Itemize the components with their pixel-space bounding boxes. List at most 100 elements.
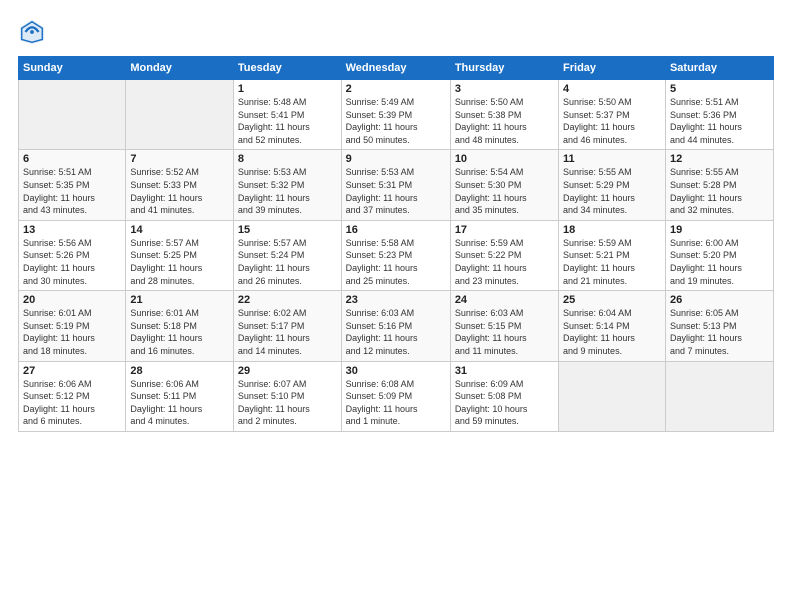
day-number: 19 <box>670 224 769 236</box>
day-info: Sunrise: 5:53 AM Sunset: 5:32 PM Dayligh… <box>238 166 337 216</box>
calendar-cell: 1Sunrise: 5:48 AM Sunset: 5:41 PM Daylig… <box>233 80 341 150</box>
calendar-cell: 4Sunrise: 5:50 AM Sunset: 5:37 PM Daylig… <box>559 80 666 150</box>
day-info: Sunrise: 5:51 AM Sunset: 5:36 PM Dayligh… <box>670 96 769 146</box>
day-number: 15 <box>238 224 337 236</box>
day-number: 11 <box>563 153 661 165</box>
calendar-cell: 31Sunrise: 6:09 AM Sunset: 5:08 PM Dayli… <box>450 361 558 431</box>
calendar-cell: 30Sunrise: 6:08 AM Sunset: 5:09 PM Dayli… <box>341 361 450 431</box>
day-number: 17 <box>455 224 554 236</box>
day-info: Sunrise: 5:48 AM Sunset: 5:41 PM Dayligh… <box>238 96 337 146</box>
calendar-cell: 12Sunrise: 5:55 AM Sunset: 5:28 PM Dayli… <box>665 150 773 220</box>
calendar-cell: 14Sunrise: 5:57 AM Sunset: 5:25 PM Dayli… <box>126 220 234 290</box>
calendar-header: SundayMondayTuesdayWednesdayThursdayFrid… <box>19 57 774 80</box>
calendar-cell: 15Sunrise: 5:57 AM Sunset: 5:24 PM Dayli… <box>233 220 341 290</box>
day-number: 20 <box>23 294 121 306</box>
day-number: 7 <box>130 153 229 165</box>
day-info: Sunrise: 5:50 AM Sunset: 5:38 PM Dayligh… <box>455 96 554 146</box>
calendar-cell: 7Sunrise: 5:52 AM Sunset: 5:33 PM Daylig… <box>126 150 234 220</box>
day-info: Sunrise: 6:03 AM Sunset: 5:15 PM Dayligh… <box>455 307 554 357</box>
day-info: Sunrise: 5:51 AM Sunset: 5:35 PM Dayligh… <box>23 166 121 216</box>
day-info: Sunrise: 5:59 AM Sunset: 5:21 PM Dayligh… <box>563 237 661 287</box>
day-number: 29 <box>238 365 337 377</box>
day-number: 26 <box>670 294 769 306</box>
day-number: 12 <box>670 153 769 165</box>
logo-icon <box>18 18 46 46</box>
weekday-header-wednesday: Wednesday <box>341 57 450 80</box>
logo <box>18 18 50 46</box>
calendar-cell <box>665 361 773 431</box>
calendar-cell: 8Sunrise: 5:53 AM Sunset: 5:32 PM Daylig… <box>233 150 341 220</box>
weekday-header-friday: Friday <box>559 57 666 80</box>
day-number: 1 <box>238 83 337 95</box>
day-info: Sunrise: 5:56 AM Sunset: 5:26 PM Dayligh… <box>23 237 121 287</box>
day-number: 10 <box>455 153 554 165</box>
day-info: Sunrise: 5:57 AM Sunset: 5:25 PM Dayligh… <box>130 237 229 287</box>
calendar-cell: 19Sunrise: 6:00 AM Sunset: 5:20 PM Dayli… <box>665 220 773 290</box>
day-number: 8 <box>238 153 337 165</box>
day-number: 13 <box>23 224 121 236</box>
calendar-cell <box>559 361 666 431</box>
calendar-cell: 10Sunrise: 5:54 AM Sunset: 5:30 PM Dayli… <box>450 150 558 220</box>
weekday-header-sunday: Sunday <box>19 57 126 80</box>
day-number: 28 <box>130 365 229 377</box>
day-info: Sunrise: 5:59 AM Sunset: 5:22 PM Dayligh… <box>455 237 554 287</box>
calendar-row-1: 6Sunrise: 5:51 AM Sunset: 5:35 PM Daylig… <box>19 150 774 220</box>
day-info: Sunrise: 5:53 AM Sunset: 5:31 PM Dayligh… <box>346 166 446 216</box>
header <box>18 18 774 46</box>
day-info: Sunrise: 6:04 AM Sunset: 5:14 PM Dayligh… <box>563 307 661 357</box>
day-info: Sunrise: 6:06 AM Sunset: 5:12 PM Dayligh… <box>23 378 121 428</box>
day-info: Sunrise: 6:01 AM Sunset: 5:18 PM Dayligh… <box>130 307 229 357</box>
day-number: 30 <box>346 365 446 377</box>
day-number: 4 <box>563 83 661 95</box>
day-info: Sunrise: 6:05 AM Sunset: 5:13 PM Dayligh… <box>670 307 769 357</box>
day-info: Sunrise: 6:09 AM Sunset: 5:08 PM Dayligh… <box>455 378 554 428</box>
day-info: Sunrise: 5:49 AM Sunset: 5:39 PM Dayligh… <box>346 96 446 146</box>
day-info: Sunrise: 5:55 AM Sunset: 5:29 PM Dayligh… <box>563 166 661 216</box>
calendar-table: SundayMondayTuesdayWednesdayThursdayFrid… <box>18 56 774 432</box>
weekday-header-saturday: Saturday <box>665 57 773 80</box>
calendar-cell <box>126 80 234 150</box>
calendar-cell: 16Sunrise: 5:58 AM Sunset: 5:23 PM Dayli… <box>341 220 450 290</box>
calendar-cell: 13Sunrise: 5:56 AM Sunset: 5:26 PM Dayli… <box>19 220 126 290</box>
calendar-row-4: 27Sunrise: 6:06 AM Sunset: 5:12 PM Dayli… <box>19 361 774 431</box>
calendar-row-0: 1Sunrise: 5:48 AM Sunset: 5:41 PM Daylig… <box>19 80 774 150</box>
calendar-cell: 18Sunrise: 5:59 AM Sunset: 5:21 PM Dayli… <box>559 220 666 290</box>
calendar-row-2: 13Sunrise: 5:56 AM Sunset: 5:26 PM Dayli… <box>19 220 774 290</box>
day-info: Sunrise: 5:57 AM Sunset: 5:24 PM Dayligh… <box>238 237 337 287</box>
calendar-cell: 29Sunrise: 6:07 AM Sunset: 5:10 PM Dayli… <box>233 361 341 431</box>
day-number: 14 <box>130 224 229 236</box>
day-number: 6 <box>23 153 121 165</box>
day-info: Sunrise: 5:52 AM Sunset: 5:33 PM Dayligh… <box>130 166 229 216</box>
day-info: Sunrise: 6:08 AM Sunset: 5:09 PM Dayligh… <box>346 378 446 428</box>
day-number: 9 <box>346 153 446 165</box>
day-info: Sunrise: 6:06 AM Sunset: 5:11 PM Dayligh… <box>130 378 229 428</box>
day-info: Sunrise: 6:02 AM Sunset: 5:17 PM Dayligh… <box>238 307 337 357</box>
weekday-header-tuesday: Tuesday <box>233 57 341 80</box>
day-number: 21 <box>130 294 229 306</box>
day-info: Sunrise: 5:55 AM Sunset: 5:28 PM Dayligh… <box>670 166 769 216</box>
day-info: Sunrise: 5:58 AM Sunset: 5:23 PM Dayligh… <box>346 237 446 287</box>
calendar-cell: 21Sunrise: 6:01 AM Sunset: 5:18 PM Dayli… <box>126 291 234 361</box>
calendar-cell: 22Sunrise: 6:02 AM Sunset: 5:17 PM Dayli… <box>233 291 341 361</box>
day-number: 23 <box>346 294 446 306</box>
day-info: Sunrise: 6:00 AM Sunset: 5:20 PM Dayligh… <box>670 237 769 287</box>
day-number: 25 <box>563 294 661 306</box>
day-info: Sunrise: 6:03 AM Sunset: 5:16 PM Dayligh… <box>346 307 446 357</box>
day-number: 24 <box>455 294 554 306</box>
calendar-cell: 28Sunrise: 6:06 AM Sunset: 5:11 PM Dayli… <box>126 361 234 431</box>
calendar-cell: 11Sunrise: 5:55 AM Sunset: 5:29 PM Dayli… <box>559 150 666 220</box>
calendar-cell: 26Sunrise: 6:05 AM Sunset: 5:13 PM Dayli… <box>665 291 773 361</box>
calendar-cell: 17Sunrise: 5:59 AM Sunset: 5:22 PM Dayli… <box>450 220 558 290</box>
calendar-cell: 23Sunrise: 6:03 AM Sunset: 5:16 PM Dayli… <box>341 291 450 361</box>
calendar-cell: 27Sunrise: 6:06 AM Sunset: 5:12 PM Dayli… <box>19 361 126 431</box>
day-number: 18 <box>563 224 661 236</box>
day-number: 22 <box>238 294 337 306</box>
day-number: 3 <box>455 83 554 95</box>
weekday-header-thursday: Thursday <box>450 57 558 80</box>
weekday-row: SundayMondayTuesdayWednesdayThursdayFrid… <box>19 57 774 80</box>
day-number: 16 <box>346 224 446 236</box>
day-info: Sunrise: 6:01 AM Sunset: 5:19 PM Dayligh… <box>23 307 121 357</box>
day-number: 27 <box>23 365 121 377</box>
day-info: Sunrise: 5:50 AM Sunset: 5:37 PM Dayligh… <box>563 96 661 146</box>
calendar-cell: 6Sunrise: 5:51 AM Sunset: 5:35 PM Daylig… <box>19 150 126 220</box>
